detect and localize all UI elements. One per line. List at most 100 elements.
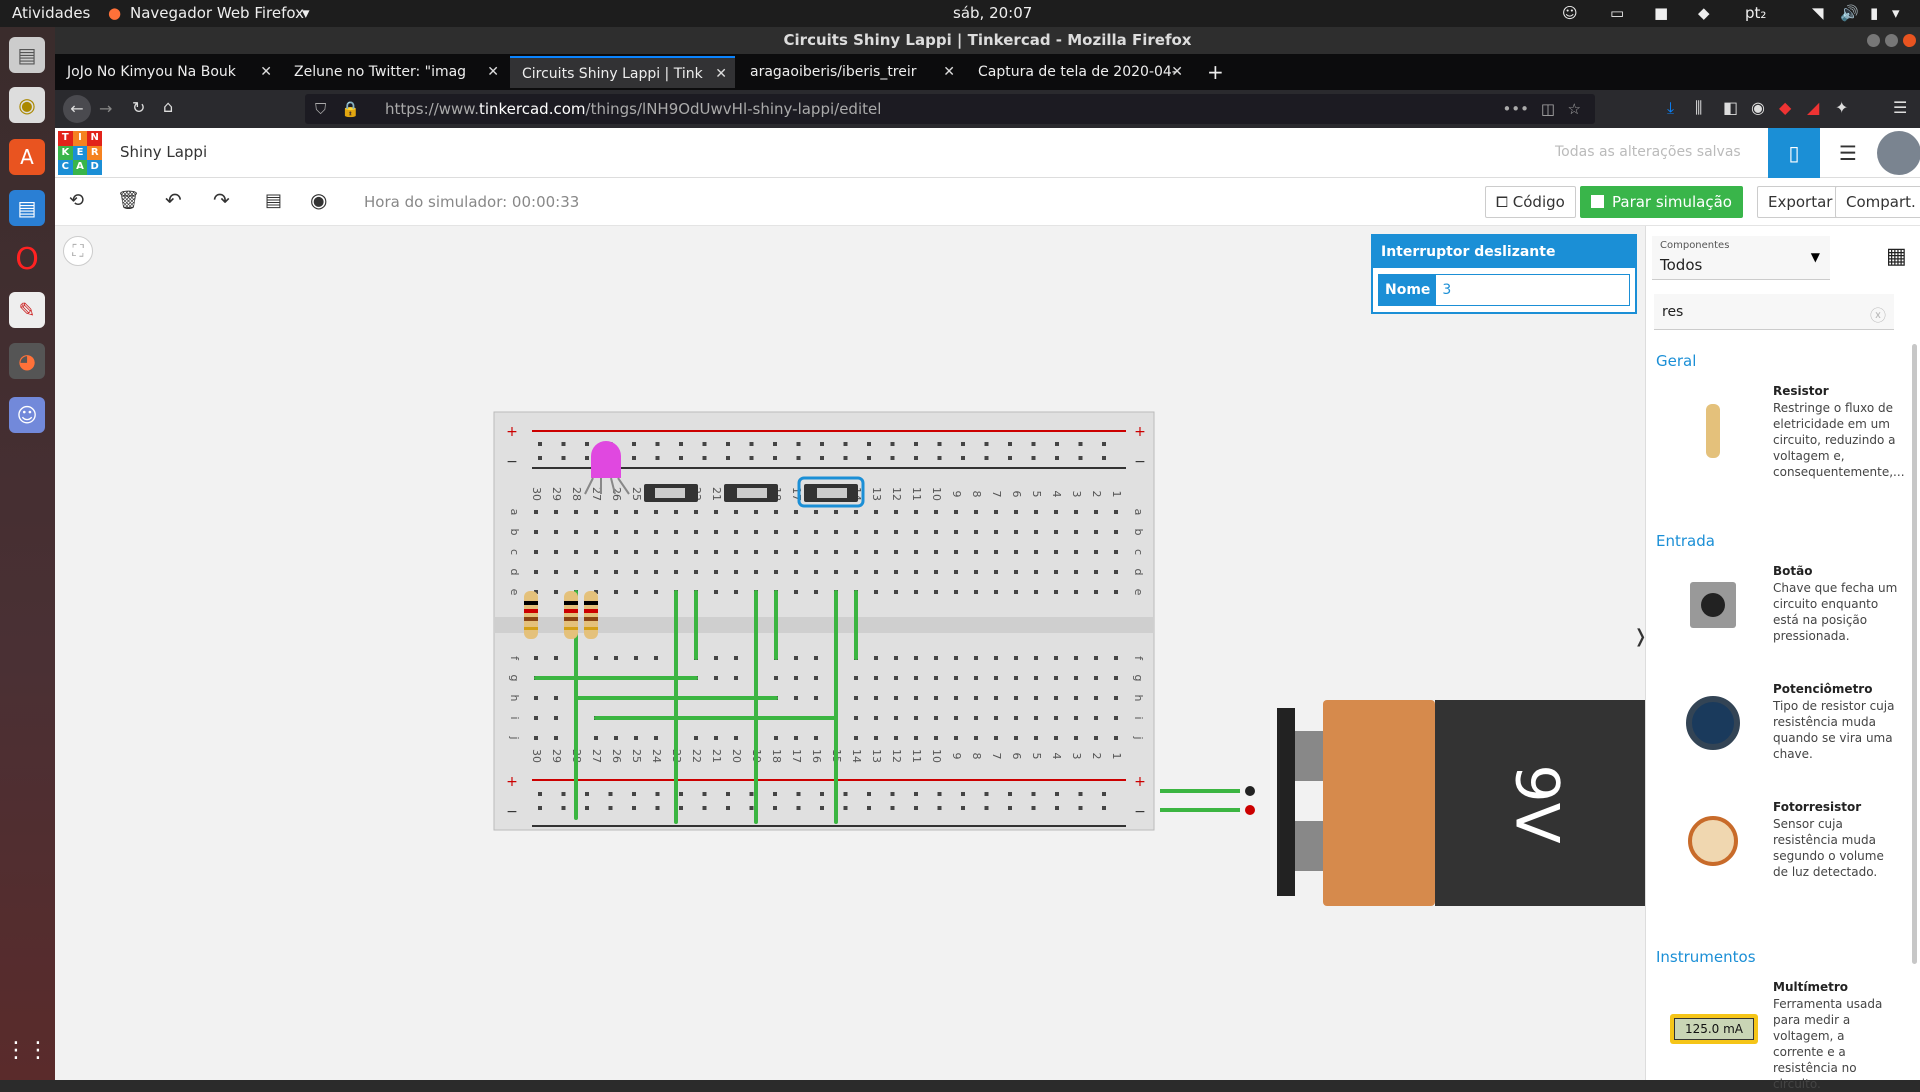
component-list-button[interactable]: ☰ <box>1822 128 1874 178</box>
undo-icon[interactable]: ↶ <box>165 188 182 212</box>
volume-icon[interactable]: 🔊 <box>1840 4 1859 22</box>
circuit-view-button[interactable]: ▯ <box>1768 128 1820 178</box>
breadboard-hole <box>1094 570 1098 574</box>
rail-hole <box>679 442 683 446</box>
library-icon[interactable]: ⫼ <box>1695 98 1702 118</box>
component-name[interactable]: Multímetro <box>1773 980 1848 994</box>
lock-icon[interactable]: 🔒 <box>341 94 360 124</box>
back-button[interactable]: ← <box>63 95 91 123</box>
forward-button[interactable]: → <box>99 99 112 118</box>
circuit-canvas[interactable]: ⛶ Interruptor deslizante Nome 3 ❭ + + − − + +… <box>55 226 1648 1080</box>
breadboard-hole <box>814 656 818 660</box>
language-indicator[interactable]: pt₂ <box>1745 4 1766 22</box>
clock[interactable]: sáb, 20:07 <box>953 4 1032 22</box>
rail-hole <box>984 442 989 446</box>
close-tab-icon[interactable]: ✕ <box>715 58 727 88</box>
avatar[interactable] <box>1877 131 1920 175</box>
files-icon[interactable]: ▤ <box>9 37 45 73</box>
writer-icon[interactable]: ▤ <box>9 190 45 226</box>
extension-icon[interactable]: ◆ <box>1779 98 1791 117</box>
menu-icon[interactable]: ☰ <box>1893 98 1907 117</box>
tab-screenshot[interactable]: Captura de tela de 2020-04- ✕ <box>966 56 1191 88</box>
reload-button[interactable]: ↻ <box>132 98 145 117</box>
close-window-button[interactable] <box>1903 34 1916 47</box>
diamond-tray-icon[interactable]: ◆ <box>1698 4 1710 22</box>
extension-icon[interactable]: ◢ <box>1807 98 1819 117</box>
battery-tray-icon[interactable]: ▮ <box>1870 4 1878 22</box>
component-filter-dropdown[interactable]: Componentes Todos ▼ <box>1652 236 1830 280</box>
grid-view-icon[interactable]: ▦ <box>1886 244 1907 269</box>
shield-icon[interactable]: ⛉ <box>315 94 326 124</box>
discord-tray-icon[interactable]: ☺ <box>1562 4 1578 22</box>
rotate-icon[interactable]: ⟲ <box>69 190 84 211</box>
tab-twitter[interactable]: Zelune no Twitter: "imag ✕ <box>282 56 507 88</box>
close-tab-icon[interactable]: ✕ <box>487 56 499 88</box>
url-bar[interactable]: ⛉ 🔒 https://www.tinkercad.com/things/lNH… <box>305 94 1595 124</box>
project-title[interactable]: Shiny Lappi <box>120 143 207 161</box>
breadboard-hole <box>974 510 978 514</box>
row-label: b <box>508 529 521 536</box>
breadboard-hole <box>794 736 798 740</box>
opera-icon[interactable]: O <box>9 241 45 277</box>
visibility-icon[interactable]: ◉ <box>310 188 327 212</box>
rail-hole <box>1031 792 1036 796</box>
pocket-icon[interactable]: ◫ <box>1541 94 1555 124</box>
minimize-button[interactable] <box>1867 34 1880 47</box>
new-tab-button[interactable]: + <box>1195 56 1225 88</box>
component-name[interactable]: Resistor <box>1773 384 1829 398</box>
component-name[interactable]: Fotorresistor <box>1773 800 1861 814</box>
show-apps-icon[interactable]: ⋮⋮ <box>5 1032 49 1068</box>
search-field[interactable]: res ⓧ <box>1654 294 1894 330</box>
page-actions-icon[interactable]: ••• <box>1502 94 1529 124</box>
firefox-dock-icon[interactable]: ◕ <box>9 343 45 379</box>
app-tray-icon[interactable]: ■ <box>1654 4 1668 22</box>
potentiometer-thumbnail[interactable] <box>1686 696 1740 750</box>
stop-simulation-button[interactable]: Parar simulação <box>1580 186 1743 218</box>
breadboard-hole <box>674 510 678 514</box>
extension-icon[interactable]: ✦ <box>1835 98 1848 117</box>
code-button[interactable]: ⧠ Código <box>1485 186 1576 218</box>
breadboard-hole <box>734 570 738 574</box>
bookmark-star-icon[interactable]: ☆ <box>1568 94 1581 124</box>
breadboard-hole <box>894 550 898 554</box>
close-tab-icon[interactable]: ✕ <box>943 56 955 88</box>
evince-icon[interactable]: ✎ <box>9 292 45 328</box>
redo-icon[interactable]: ↷ <box>213 188 230 212</box>
export-button[interactable]: Exportar <box>1757 186 1844 218</box>
downloads-icon[interactable]: ⤓ <box>1667 98 1674 118</box>
account-icon[interactable]: ◉ <box>1751 98 1765 117</box>
home-button[interactable]: ⌂ <box>163 97 173 116</box>
button-thumbnail[interactable] <box>1690 582 1736 628</box>
multimeter-thumbnail[interactable]: 125.0 mA <box>1670 1014 1758 1044</box>
breadboard-hole <box>634 530 638 534</box>
dropdown-arrow-icon: ▼ <box>1810 250 1820 264</box>
breadboard-circuit[interactable]: ++−−++−−30302929282827272626252524242323… <box>55 226 1645 1080</box>
notes-icon[interactable]: ▤ <box>265 190 282 211</box>
component-name[interactable]: Potenciômetro <box>1773 682 1872 696</box>
resistor-thumbnail[interactable] <box>1706 404 1720 458</box>
close-tab-icon[interactable]: ✕ <box>1171 56 1183 88</box>
tab-tinkercad[interactable]: Circuits Shiny Lappi | Tink ✕ <box>510 56 735 88</box>
share-button[interactable]: Compart. <box>1835 186 1920 218</box>
window-tray-icon[interactable]: ▭ <box>1610 4 1624 22</box>
close-tab-icon[interactable]: ✕ <box>260 56 272 88</box>
tab-jojo[interactable]: JoJo No Kimyou Na Bouk ✕ <box>55 56 280 88</box>
activities-button[interactable]: Atividades <box>12 4 90 22</box>
tab-github[interactable]: aragaoiberis/iberis_treir ✕ <box>738 56 963 88</box>
rhythmbox-icon[interactable]: ◉ <box>9 87 45 123</box>
discord-dock-icon[interactable]: ☺ <box>9 397 45 433</box>
tinkercad-logo[interactable]: TIN KER CAD <box>58 131 102 175</box>
clear-search-icon[interactable]: ⓧ <box>1870 302 1886 326</box>
rail-hole <box>843 792 848 796</box>
delete-icon[interactable]: 🗑 <box>117 190 140 211</box>
sidebar-toggle-icon[interactable]: ◧ <box>1723 98 1738 117</box>
power-menu-icon[interactable]: ▾ <box>1892 4 1900 22</box>
app-menu[interactable]: Navegador Web Firefox <box>130 4 304 22</box>
maximize-button[interactable] <box>1885 34 1898 47</box>
sidebar-scrollbar[interactable] <box>1912 344 1917 964</box>
software-icon[interactable]: A <box>9 139 45 175</box>
component-name[interactable]: Botão <box>1773 564 1812 578</box>
wifi-icon[interactable]: ◥ <box>1812 4 1824 22</box>
photoresistor-thumbnail[interactable] <box>1688 816 1738 866</box>
breadboard-hole <box>774 530 778 534</box>
